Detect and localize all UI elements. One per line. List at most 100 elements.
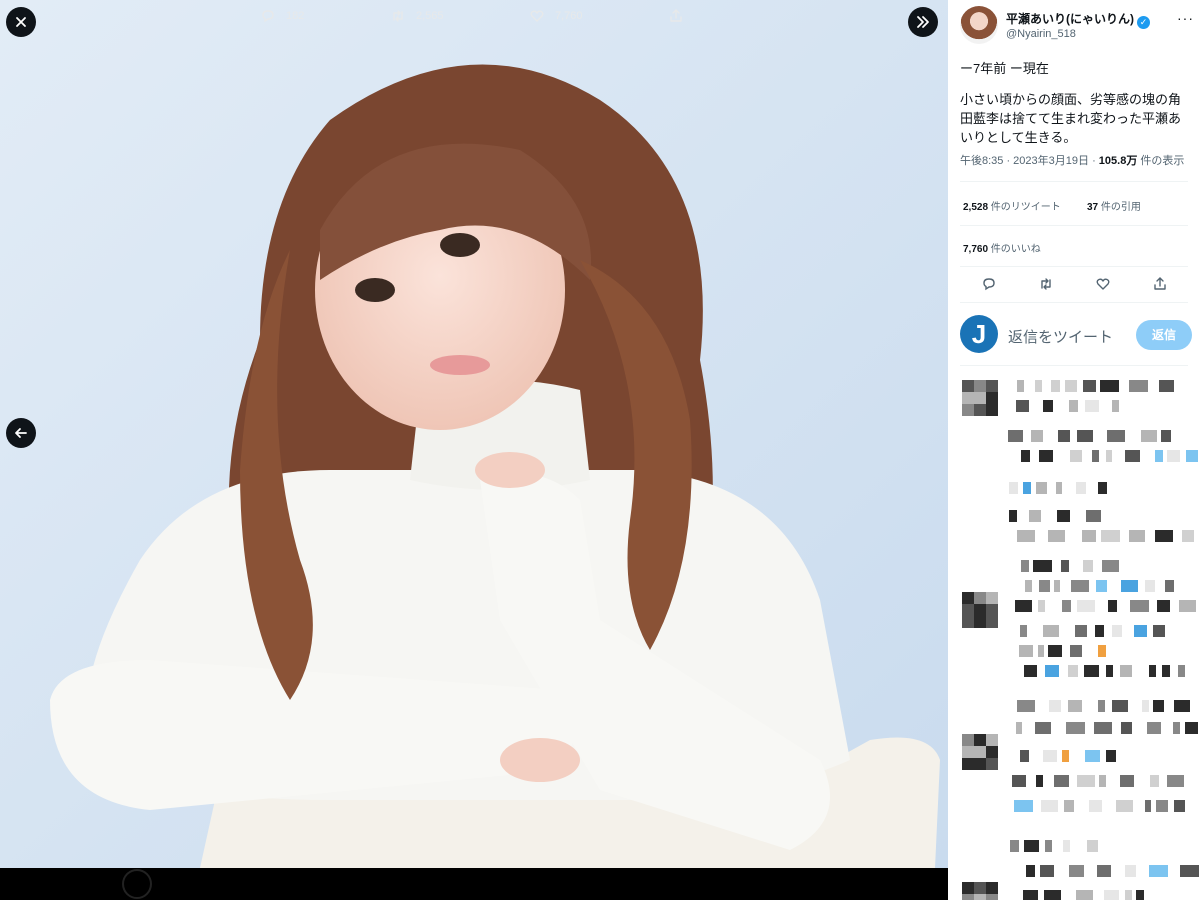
mosaic-block: [1043, 750, 1057, 762]
retweets-count: 2,528: [963, 202, 989, 213]
divider: [960, 302, 1188, 303]
mosaic-block: [1149, 665, 1156, 677]
likes-stat[interactable]: 7,760 件のいいね: [963, 240, 1041, 255]
mosaic-block: [1012, 775, 1026, 787]
author-name[interactable]: 平瀬あいり(にゃいりん) ✓: [1006, 10, 1150, 29]
heart-icon[interactable]: [1095, 276, 1111, 292]
mosaic-block: [1062, 750, 1069, 762]
mosaic-block: [1174, 700, 1190, 712]
mosaic-block: [1173, 722, 1180, 734]
verified-badge-icon: ✓: [1137, 16, 1150, 29]
mosaic-block: [1182, 530, 1194, 542]
mosaic-block: [1038, 600, 1045, 612]
mosaic-avatar-block: [962, 882, 974, 894]
chevron-double-right-icon: [917, 16, 929, 28]
mosaic-block: [1153, 625, 1165, 637]
mosaic-avatar-block: [962, 758, 974, 770]
mosaic-block: [1145, 580, 1155, 592]
toggle-sidebar-button[interactable]: [908, 7, 938, 37]
mosaic-block: [1098, 645, 1106, 657]
mosaic-block: [1065, 380, 1077, 392]
mosaic-block: [1174, 800, 1185, 812]
mosaic-avatar-block: [986, 734, 998, 746]
mosaic-block: [1162, 665, 1170, 677]
reply-input[interactable]: 返信をツイート: [1008, 326, 1113, 347]
mosaic-block: [1112, 625, 1122, 637]
avatar[interactable]: [960, 6, 998, 44]
mosaic-block: [1069, 865, 1084, 877]
mosaic-block: [1043, 400, 1053, 412]
mosaic-block: [1102, 560, 1119, 572]
tweet-actions: [960, 270, 1188, 298]
user-avatar[interactable]: J: [960, 315, 998, 353]
author-handle[interactable]: @Nyairin_518: [1006, 28, 1076, 40]
mosaic-block: [1149, 865, 1168, 877]
previous-image-button[interactable]: [6, 418, 36, 448]
tweet-meta: 午後8:35 · 2023年3月19日 · 105.8万 件の表示: [960, 152, 1184, 168]
mosaic-block: [1083, 380, 1096, 392]
mosaic-block: [1185, 722, 1198, 734]
mosaic-block: [1040, 865, 1054, 877]
mosaic-block: [1121, 722, 1132, 734]
mosaic-block: [1125, 450, 1140, 462]
mosaic-block: [1061, 560, 1069, 572]
mosaic-block: [1024, 665, 1037, 677]
mosaic-avatar-block: [962, 616, 974, 628]
mosaic-block: [1017, 530, 1035, 542]
reply-icon[interactable]: [981, 276, 997, 292]
mosaic-block: [1077, 600, 1095, 612]
mosaic-block: [1186, 450, 1198, 462]
mosaic-block: [1048, 530, 1065, 542]
mosaic-avatar-block: [974, 616, 986, 628]
retweet-icon[interactable]: [1038, 276, 1054, 292]
mosaic-block: [1112, 400, 1119, 412]
retweets-stat[interactable]: 2,528 件のリツイート: [963, 198, 1061, 213]
mosaic-block: [1108, 600, 1117, 612]
mosaic-block: [1086, 510, 1101, 522]
retweets-label: 件のリツイート: [988, 202, 1061, 213]
bar-reply-button[interactable]: 182: [260, 0, 304, 32]
close-button[interactable]: [6, 7, 36, 37]
mosaic-block: [1036, 482, 1047, 494]
mosaic-block: [1035, 380, 1042, 392]
mosaic-block: [1094, 722, 1112, 734]
mosaic-avatar-block: [974, 404, 986, 416]
mosaic-block: [1026, 865, 1035, 877]
likes-count: 7,760: [963, 244, 989, 255]
quotes-stat[interactable]: 37 件の引用: [1087, 198, 1141, 213]
mosaic-block: [1112, 700, 1128, 712]
mosaic-block: [1097, 865, 1111, 877]
mosaic-block: [1029, 510, 1041, 522]
mosaic-block: [1129, 530, 1145, 542]
divider: [960, 365, 1188, 366]
mosaic-avatar-block: [974, 380, 986, 392]
mosaic-block: [1076, 482, 1086, 494]
share-icon[interactable]: [1152, 276, 1168, 292]
mosaic-block: [1035, 722, 1051, 734]
mosaic-block: [1021, 560, 1029, 572]
pixelated-replies: [948, 370, 1200, 900]
mosaic-avatar-block: [986, 758, 998, 770]
mosaic-block: [1045, 840, 1052, 852]
tweet-author[interactable]: 平瀬あいり(にゃいりん) ✓ @Nyairin_518 ···: [960, 6, 1198, 46]
mosaic-block: [1064, 800, 1074, 812]
reply-button[interactable]: 返信: [1136, 320, 1192, 350]
mosaic-block: [1031, 430, 1043, 442]
mosaic-block: [1116, 800, 1133, 812]
reply-composer: J 返信をツイート 返信: [960, 312, 1192, 358]
mosaic-block: [1036, 775, 1043, 787]
mosaic-block: [1071, 580, 1089, 592]
more-options-icon[interactable]: ···: [1177, 10, 1194, 26]
mosaic-avatar-block: [986, 392, 998, 404]
bar-retweet-button[interactable]: 2,565: [390, 0, 444, 32]
mosaic-block: [1101, 530, 1120, 542]
mosaic-avatar-block: [962, 604, 974, 616]
mosaic-avatar-block: [974, 746, 986, 758]
mosaic-avatar-block: [986, 894, 998, 900]
mosaic-block: [1087, 840, 1098, 852]
bar-retweet-count: 2,565: [416, 10, 444, 22]
bar-share-button[interactable]: [668, 0, 684, 32]
bar-like-button[interactable]: 7,760: [529, 0, 583, 32]
tweet-time[interactable]: 午後8:35 · 2023年3月19日 ·: [960, 155, 1099, 167]
mosaic-avatar-block: [974, 882, 986, 894]
